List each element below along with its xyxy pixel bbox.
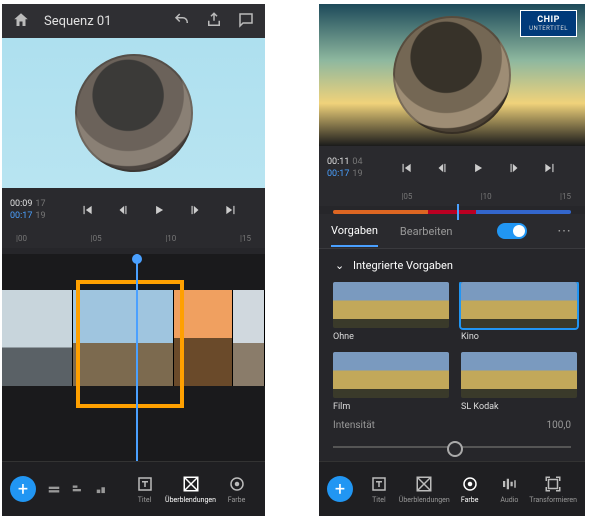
timeline[interactable] <box>2 254 265 461</box>
preset-label: SL Kodak <box>461 402 577 412</box>
time-ruler[interactable]: |00 |05 |10 |15 <box>2 234 265 248</box>
bottom-toolbar: + Titel Überblendungen Farbe <box>2 461 265 516</box>
preset-sl-kodak[interactable]: SL Kodak <box>461 352 577 412</box>
tab-presets[interactable]: Vorgaben <box>331 216 378 247</box>
layout1-icon[interactable] <box>42 482 66 496</box>
preset-thumb <box>461 352 577 398</box>
color-tool[interactable]: Farbe <box>450 475 490 504</box>
step-fwd-icon[interactable] <box>507 161 521 178</box>
duration-time: 00:17 <box>10 211 32 221</box>
preset-kino[interactable]: Kino <box>461 282 577 342</box>
preset-film[interactable]: Film <box>333 352 449 412</box>
clip[interactable] <box>2 290 73 386</box>
preview-image <box>393 16 511 134</box>
transitions-tool[interactable]: Überblendungen <box>399 475 450 504</box>
layout2-icon[interactable] <box>66 482 90 496</box>
add-button[interactable]: + <box>10 476 36 502</box>
sequence-title: Sequenz 01 <box>44 14 159 29</box>
clip[interactable] <box>233 290 265 386</box>
preset-ohne[interactable]: Ohne <box>333 282 449 342</box>
step-back-icon[interactable] <box>116 203 130 220</box>
add-button[interactable]: + <box>327 476 353 502</box>
clip-selection[interactable] <box>76 280 184 408</box>
intensity-value: 100,0 <box>547 420 571 431</box>
share-icon[interactable] <box>205 11 223 32</box>
audio-tool[interactable]: Audio <box>490 475 530 504</box>
timecode: 00:1104 00:1719 <box>319 157 371 180</box>
comment-icon[interactable] <box>237 11 255 32</box>
current-time: 00:09 <box>10 199 32 209</box>
presets-grid: Ohne Kino Film SL Kodak <box>319 282 585 413</box>
enable-toggle[interactable] <box>497 223 528 239</box>
step-fwd-icon[interactable] <box>188 203 202 220</box>
skip-end-icon[interactable] <box>543 161 557 178</box>
skip-end-icon[interactable] <box>224 203 238 220</box>
time-ruler[interactable]: |05 |10 |15 <box>319 192 585 206</box>
preset-label: Ohne <box>333 332 449 342</box>
intensity-label: Intensität <box>333 420 375 431</box>
intensity-slider[interactable] <box>333 437 571 457</box>
play-icon[interactable] <box>152 203 166 220</box>
app-right: CHIP UNTERTITEL 00:1104 00:1719 |05 |10 … <box>319 4 585 516</box>
chevron-down-icon: ⌄ <box>335 259 344 272</box>
mini-timeline[interactable] <box>333 210 571 214</box>
duration-time: 00:17 <box>327 169 349 179</box>
playhead[interactable] <box>136 254 138 461</box>
play-icon[interactable] <box>471 161 485 178</box>
skip-start-icon[interactable] <box>80 203 94 220</box>
preview-image <box>75 54 193 172</box>
intensity-row: Intensität 100,0 <box>319 413 585 437</box>
title-tool[interactable]: Titel <box>124 475 165 504</box>
step-back-icon[interactable] <box>435 161 449 178</box>
more-icon[interactable]: ⋯ <box>557 223 573 239</box>
preset-label: Film <box>333 402 449 412</box>
playhead-marker[interactable] <box>457 204 459 220</box>
preview-area[interactable]: CHIP UNTERTITEL <box>319 4 585 146</box>
preset-label: Kino <box>461 332 577 342</box>
transitions-tool[interactable]: Überblendungen <box>165 475 216 504</box>
preset-thumb <box>333 282 449 328</box>
bottom-toolbar: + Titel Überblendungen Farbe Audio Trans… <box>319 461 585 516</box>
top-bar: Sequenz 01 <box>2 4 265 38</box>
tab-edit[interactable]: Bearbeiten <box>400 217 453 246</box>
undo-icon[interactable] <box>173 11 191 32</box>
current-time: 00:11 <box>327 157 349 167</box>
preview-area[interactable] <box>2 38 265 188</box>
chip-badge: CHIP UNTERTITEL <box>520 10 577 37</box>
section-header[interactable]: ⌄ Integrierte Vorgaben <box>319 249 585 282</box>
transform-tool[interactable]: Transformieren <box>529 475 577 504</box>
app-left: Sequenz 01 00:0917 00:1719 |00 |05 |10 |… <box>2 4 265 516</box>
color-tool[interactable]: Farbe <box>216 475 257 504</box>
home-icon[interactable] <box>12 11 30 32</box>
title-tool[interactable]: Titel <box>359 475 399 504</box>
layout3-icon[interactable] <box>90 482 114 496</box>
timecode: 00:0917 00:1719 <box>2 199 54 222</box>
preset-thumb <box>333 352 449 398</box>
tab-row: Vorgaben Bearbeiten ⋯ <box>319 214 585 249</box>
playback-row: 00:0917 00:1719 <box>2 188 265 234</box>
skip-start-icon[interactable] <box>399 161 413 178</box>
playback-row: 00:1104 00:1719 <box>319 146 585 192</box>
preset-thumb <box>461 282 577 328</box>
